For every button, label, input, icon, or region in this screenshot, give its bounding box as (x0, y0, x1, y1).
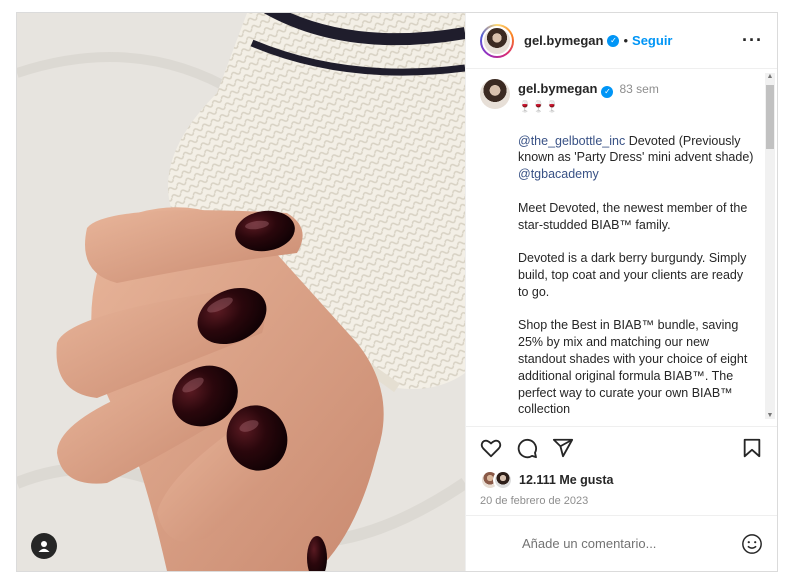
caption-para4: Shop the Best in BIAB™ bundle, saving 25… (518, 318, 748, 417)
caption-time[interactable]: 83 sem (619, 82, 658, 96)
liker-avatar (493, 470, 513, 490)
caption-content: gel.bymegan ✓ 83 sem 🍷🍷🍷 @the_gelbottle_in… (518, 79, 754, 426)
comment-box: Añade un comentario... (466, 515, 777, 571)
caption: gel.bymegan ✓ 83 sem 🍷🍷🍷 @the_gelbottle_in… (480, 79, 755, 426)
caption-avatar[interactable] (480, 79, 510, 109)
mention-academy-link[interactable]: @tgbacademy (518, 167, 599, 181)
post-date[interactable]: 20 de febrero de 2023 (466, 491, 777, 515)
more-horizontal-icon[interactable]: ··· (742, 30, 763, 51)
post-photo[interactable] (17, 13, 465, 571)
likes-count[interactable]: 12.111 Me gusta (519, 473, 614, 487)
post-header: gel.bymegan ✓ • Seguir ··· (466, 13, 777, 69)
heart-icon[interactable] (480, 437, 502, 459)
caption-para3: Devoted is a dark berry burgundy. Simply… (518, 251, 747, 299)
bookmark-icon[interactable] (741, 437, 763, 459)
caption-area[interactable]: gel.bymegan ✓ 83 sem 🍷🍷🍷 @the_gelbottle_in… (466, 69, 777, 427)
follow-button[interactable]: Seguir (632, 33, 672, 48)
caption-para2: Meet Devoted, the newest member of the s… (518, 200, 748, 232)
author-username[interactable]: gel.bymegan (524, 33, 603, 48)
post-dialog: gel.bymegan ✓ • Seguir ··· gel.bymegan ✓ 8… (16, 12, 778, 572)
scroll-down-icon[interactable]: ▼ (766, 412, 774, 419)
tagged-user-icon[interactable] (31, 533, 57, 559)
header-separator: • (623, 33, 629, 48)
mention-brand-link[interactable]: @the_gelbottle_inc (518, 134, 625, 148)
smiley-icon[interactable] (741, 533, 763, 555)
caption-text: 🍷🍷🍷 @the_gelbottle_inc Devoted (Previous… (518, 98, 754, 418)
post-side-panel: gel.bymegan ✓ • Seguir ··· gel.bymegan ✓ 8… (465, 13, 777, 571)
caption-username[interactable]: gel.bymegan (518, 81, 597, 96)
verified-badge-icon: ✓ (601, 86, 614, 98)
post-actions (466, 427, 777, 469)
comment-input[interactable]: Añade un comentario... (522, 536, 656, 551)
share-icon[interactable] (552, 437, 574, 459)
comment-icon[interactable] (516, 437, 538, 459)
likes-row[interactable]: 12.111 Me gusta (466, 469, 777, 491)
wine-emoji: 🍷🍷🍷 (518, 101, 560, 113)
scroll-up-icon[interactable]: ▲ (766, 73, 774, 80)
scrollbar-thumb[interactable] (766, 85, 774, 149)
nail-photo-illustration (17, 13, 465, 571)
author-avatar[interactable] (480, 23, 514, 58)
caption-scrollbar[interactable]: ▲ ▼ (765, 73, 775, 419)
verified-badge-icon: ✓ (607, 34, 620, 47)
